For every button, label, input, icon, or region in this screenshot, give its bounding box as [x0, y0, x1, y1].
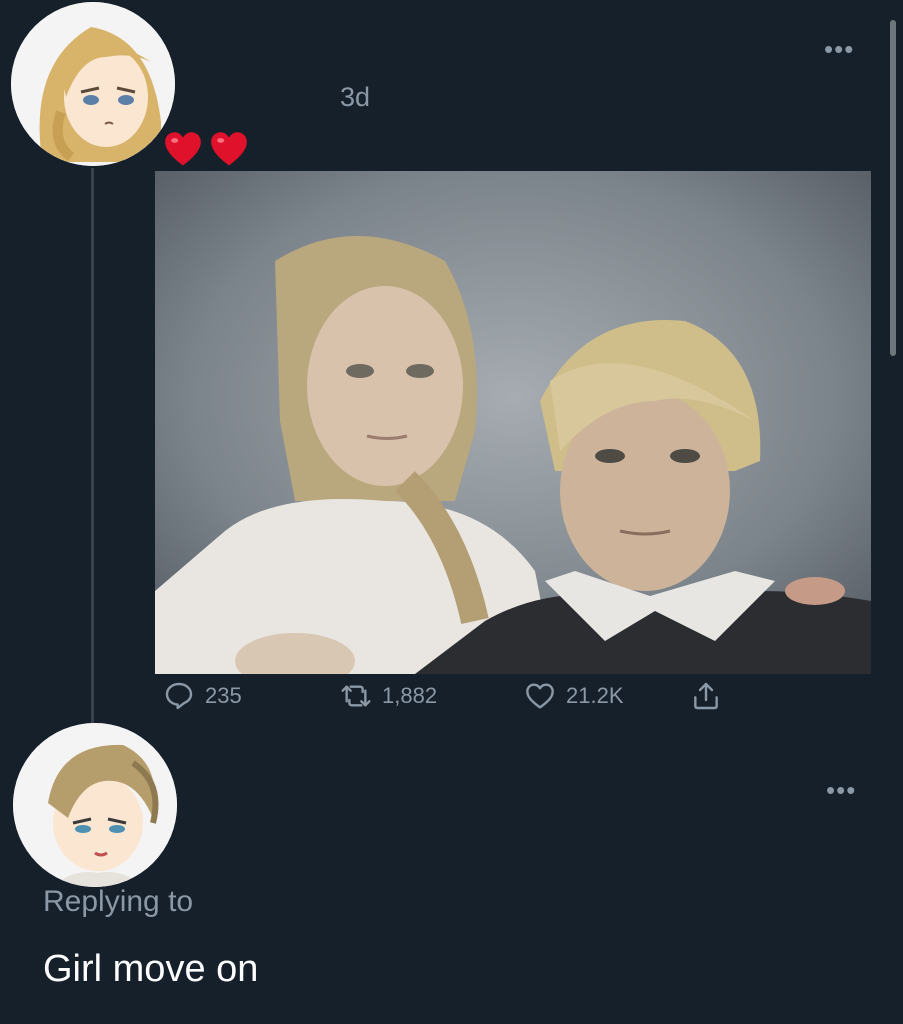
- heart-outline-icon: [526, 683, 554, 709]
- tweet-thread: 3d ••• 235 1,882 21.2K ••• Replying to G…: [0, 0, 903, 1024]
- red-heart-icon: [165, 132, 201, 166]
- retweet-button[interactable]: 1,882: [340, 676, 437, 716]
- reply-count: 235: [205, 683, 242, 708]
- more-options-icon[interactable]: •••: [824, 36, 854, 62]
- blonde-man-avatar-icon: [13, 723, 177, 887]
- share-upload-icon: [694, 682, 718, 710]
- retweet-count: 1,882: [382, 683, 438, 708]
- replier-avatar[interactable]: [13, 723, 177, 887]
- scrollbar-thumb[interactable]: [890, 20, 896, 356]
- portrait-photo-image: [155, 171, 871, 674]
- thread-connector-line: [91, 168, 94, 724]
- reply-bubble-icon: [165, 682, 193, 710]
- reply-button[interactable]: 235: [163, 676, 242, 716]
- reply-text: Girl move on: [43, 948, 259, 990]
- red-heart-icon: [211, 132, 247, 166]
- replying-to-label: Replying to: [43, 885, 194, 918]
- tweet-timestamp[interactable]: 3d: [340, 82, 370, 113]
- like-button[interactable]: 21.2K: [524, 676, 624, 716]
- heart-emojis: [164, 131, 248, 169]
- tweet-action-bar: 235 1,882 21.2K: [160, 676, 760, 716]
- retweet-icon: [341, 685, 371, 707]
- reply-more-options-icon[interactable]: •••: [826, 777, 856, 803]
- like-count: 21.2K: [566, 683, 624, 708]
- blonde-woman-avatar-icon: [11, 2, 175, 166]
- share-button[interactable]: [690, 676, 722, 716]
- tweet-image[interactable]: [155, 171, 871, 674]
- author-avatar[interactable]: [11, 2, 175, 166]
